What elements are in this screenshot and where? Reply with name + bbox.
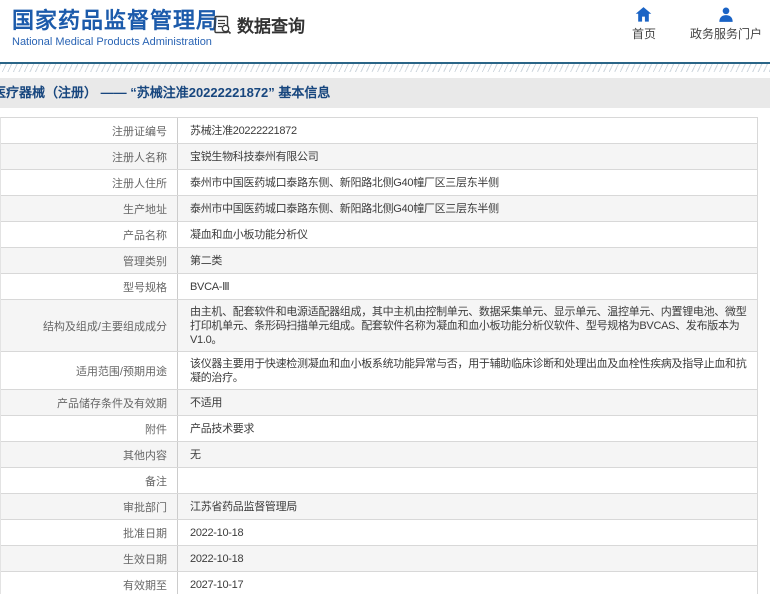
table-row: 注册证编号 苏械注准20222221872 <box>1 118 757 144</box>
table-row: 有效期至 2027-10-17 <box>1 572 757 594</box>
table-row: 其他内容 无 <box>1 442 757 468</box>
row-value: 产品技术要求 <box>190 423 255 435</box>
nav-item-portal[interactable]: 政务服务门户 <box>690 7 762 42</box>
row-label: 备注 <box>1 468 178 493</box>
row-value: 不适用 <box>190 397 223 409</box>
document-search-icon <box>212 15 232 35</box>
table-row: 备注 <box>1 468 757 494</box>
nav-item-home[interactable]: 首页 <box>632 7 656 42</box>
header-hatch-band <box>0 64 770 72</box>
row-value: 由主机、配套软件和电源适配器组成，其中主机由控制单元、数据采集单元、显示单元、温… <box>190 306 747 346</box>
data-query-section[interactable]: 数据查询 <box>212 12 305 37</box>
table-row: 审批部门 江苏省药品监督管理局 <box>1 494 757 520</box>
table-row: 生效日期 2022-10-18 <box>1 546 757 572</box>
nmpa-logo-title: 国家药品监督管理局 <box>12 8 220 33</box>
table-row: 附件 产品技术要求 <box>1 416 757 442</box>
row-label: 型号规格 <box>1 274 178 299</box>
row-label: 适用范围/预期用途 <box>1 352 178 389</box>
table-row: 结构及组成/主要组成成分 由主机、配套软件和电源适配器组成，其中主机由控制单元、… <box>1 300 757 352</box>
table-row: 产品名称 凝血和血小板功能分析仪 <box>1 222 757 248</box>
row-label: 注册证编号 <box>1 118 178 143</box>
row-value: 泰州市中国医药城口泰路东侧、新阳路北侧G40幢厂区三层东半侧 <box>190 203 499 215</box>
row-value: 泰州市中国医药城口泰路东侧、新阳路北侧G40幢厂区三层东半侧 <box>190 177 499 189</box>
table-row: 注册人名称 宝锐生物科技泰州有限公司 <box>1 144 757 170</box>
row-value: 凝血和血小板功能分析仪 <box>190 229 308 241</box>
nav-home-label: 首页 <box>631 27 656 41</box>
row-value: 第二类 <box>190 255 223 267</box>
table-row: 批准日期 2022-10-18 <box>1 520 757 546</box>
row-value: 该仪器主要用于快速检测凝血和血小板系统功能异常与否，用于辅助临床诊断和处理出血及… <box>190 358 747 384</box>
table-row: 注册人住所 泰州市中国医药城口泰路东侧、新阳路北侧G40幢厂区三层东半侧 <box>1 170 757 196</box>
row-value: 宝锐生物科技泰州有限公司 <box>190 151 319 163</box>
row-label: 附件 <box>1 416 178 441</box>
row-value: 无 <box>190 449 201 461</box>
nmpa-logo[interactable]: 国家药品监督管理局 National Medical Products Admi… <box>12 8 219 48</box>
row-label: 注册人住所 <box>1 170 178 195</box>
home-icon <box>635 7 652 22</box>
page-title-bar: 医疗器械（注册） —— “苏械注准20222221872” 基本信息 <box>0 78 770 108</box>
row-label: 注册人名称 <box>1 144 178 169</box>
row-label: 产品名称 <box>1 222 178 247</box>
row-label: 其他内容 <box>1 442 178 467</box>
row-value: 苏械注准20222221872 <box>190 125 297 137</box>
nav-portal-label: 政务服务门户 <box>689 27 762 41</box>
row-label: 管理类别 <box>1 248 178 273</box>
table-row: 适用范围/预期用途 该仪器主要用于快速检测凝血和血小板系统功能异常与否，用于辅助… <box>1 352 757 390</box>
row-value: 江苏省药品监督管理局 <box>190 501 297 513</box>
row-value: 2022-10-18 <box>190 553 244 565</box>
top-nav: 首页 政务服务门户 <box>632 7 762 42</box>
registration-info-table: 注册证编号 苏械注准20222221872 注册人名称 宝锐生物科技泰州有限公司… <box>0 117 758 594</box>
row-label: 生产地址 <box>1 196 178 221</box>
table-row: 型号规格 BVCA-Ⅲ <box>1 274 757 300</box>
row-value <box>178 468 757 493</box>
row-label: 结构及组成/主要组成成分 <box>1 300 178 351</box>
table-row: 产品储存条件及有效期 不适用 <box>1 390 757 416</box>
row-label: 产品储存条件及有效期 <box>1 390 178 415</box>
site-header: 国家药品监督管理局 National Medical Products Admi… <box>0 0 770 62</box>
row-label: 生效日期 <box>1 546 178 571</box>
row-label: 批准日期 <box>1 520 178 545</box>
page-title: 医疗器械（注册） —— “苏械注准20222221872” 基本信息 <box>0 85 331 100</box>
row-label: 审批部门 <box>1 494 178 519</box>
nmpa-logo-subtitle: National Medical Products Administration <box>12 36 212 48</box>
user-icon <box>718 7 734 22</box>
row-value: 2027-10-17 <box>190 579 244 591</box>
row-value: 2022-10-18 <box>190 527 244 539</box>
table-row: 生产地址 泰州市中国医药城口泰路东侧、新阳路北侧G40幢厂区三层东半侧 <box>1 196 757 222</box>
row-value: BVCA-Ⅲ <box>190 281 230 293</box>
data-query-label: 数据查询 <box>237 17 305 36</box>
table-row: 管理类别 第二类 <box>1 248 757 274</box>
row-label: 有效期至 <box>1 572 178 594</box>
